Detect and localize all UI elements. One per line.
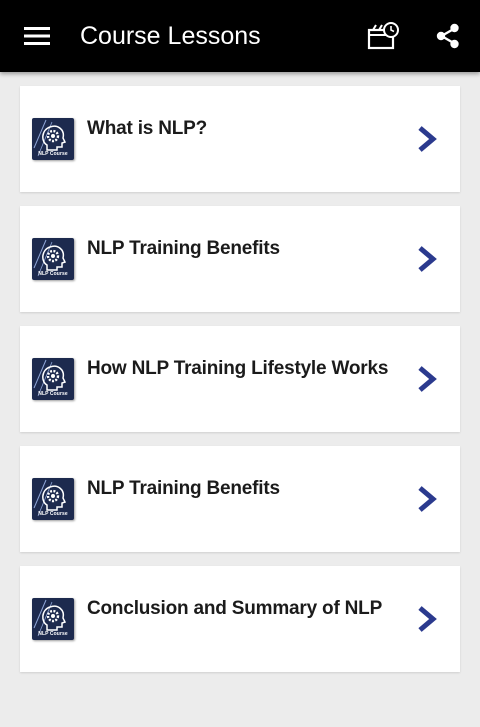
chevron-right-icon xyxy=(412,604,442,634)
lesson-item[interactable]: NLP Course NLP Training Benefits xyxy=(20,206,460,312)
page-title: Course Lessons xyxy=(80,22,261,50)
thumbnail-label: NLP Course xyxy=(38,631,68,637)
lesson-title: Conclusion and Summary of NLP xyxy=(87,598,383,619)
lesson-list: NLP Course What is NLP? NLP Course NLP T… xyxy=(20,86,460,686)
nlp-course-thumbnail: NLP Course xyxy=(32,478,74,520)
app-bar: Course Lessons xyxy=(0,0,480,72)
nlp-course-thumbnail: NLP Course xyxy=(32,358,74,400)
chevron-right-icon xyxy=(412,124,442,154)
chevron-right-icon xyxy=(412,484,442,514)
hamburger-menu-icon xyxy=(24,27,50,45)
lesson-title: NLP Training Benefits xyxy=(87,238,280,259)
lesson-item[interactable]: NLP Course NLP Training Benefits xyxy=(20,446,460,552)
hamburger-menu-button[interactable] xyxy=(14,14,60,58)
reminder-button[interactable] xyxy=(362,14,406,58)
nlp-course-thumbnail: NLP Course xyxy=(32,118,74,160)
thumbnail-label: NLP Course xyxy=(38,511,68,517)
lesson-item[interactable]: NLP Course How NLP Training Lifestyle Wo… xyxy=(20,326,460,432)
lesson-item[interactable]: NLP Course What is NLP? xyxy=(20,86,460,192)
share-button[interactable] xyxy=(426,14,470,58)
lesson-item[interactable]: NLP Course Conclusion and Summary of NLP xyxy=(20,566,460,672)
lesson-title: What is NLP? xyxy=(87,118,208,139)
lesson-title: How NLP Training Lifestyle Works xyxy=(87,358,389,379)
nlp-course-thumbnail: NLP Course xyxy=(32,238,74,280)
calendar-clock-icon xyxy=(367,22,399,50)
thumbnail-label: NLP Course xyxy=(38,151,68,157)
chevron-right-icon xyxy=(412,244,442,274)
chevron-right-icon xyxy=(412,364,442,394)
nlp-course-thumbnail: NLP Course xyxy=(32,598,74,640)
thumbnail-label: NLP Course xyxy=(38,271,68,277)
share-icon xyxy=(436,23,459,49)
lesson-title: NLP Training Benefits xyxy=(87,478,280,499)
thumbnail-label: NLP Course xyxy=(38,391,68,397)
